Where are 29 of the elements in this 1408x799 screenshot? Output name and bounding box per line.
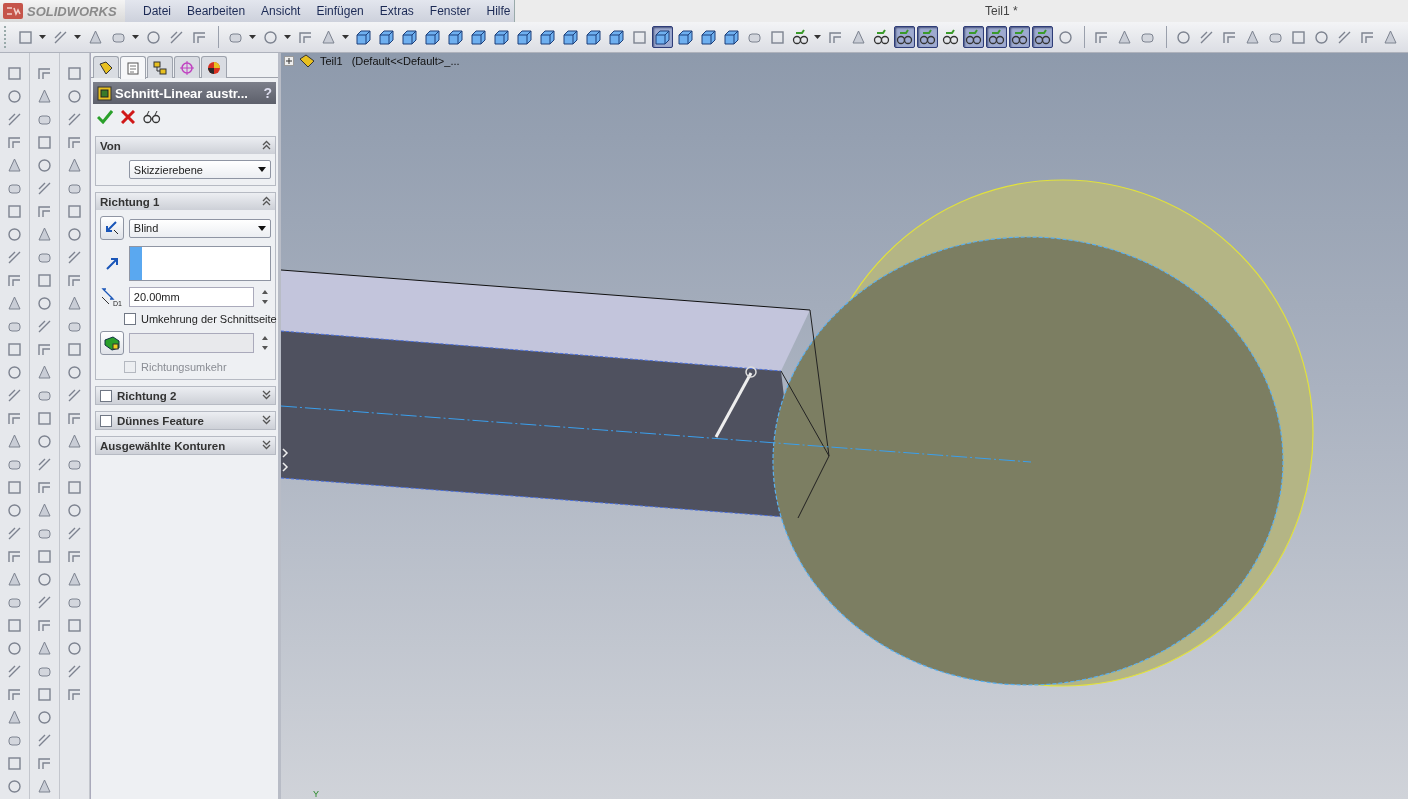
- menu-item[interactable]: Hilfe: [478, 2, 519, 20]
- section-header[interactable]: Von: [96, 137, 275, 154]
- dropdown[interactable]: Blind: [128, 218, 271, 238]
- tree-node-label[interactable]: Teil1: [320, 55, 343, 67]
- checkbox-label: Umkehrung der Schnittseite: [141, 313, 277, 325]
- dropdown[interactable]: Skizzierebene: [128, 160, 271, 179]
- checkbox-label: Richtungsumkehr: [141, 361, 227, 373]
- app-logo-text: SOLIDWORKS: [27, 3, 117, 19]
- configuration-label: (Default<<Default>_...: [351, 55, 460, 67]
- section-title: Richtung 1: [100, 195, 161, 208]
- section-header[interactable]: Richtung 1: [96, 193, 275, 210]
- axis-label: Y: [313, 789, 319, 799]
- section-header[interactable]: Ausgewählte Konturen: [96, 437, 275, 454]
- section-title: Richtung 2: [117, 389, 178, 402]
- section-title: Von: [100, 139, 122, 152]
- menu-item[interactable]: Extras: [371, 2, 422, 20]
- panel-title: Schnitt-Linear austr...: [115, 85, 249, 101]
- menu-item[interactable]: Fenster: [421, 2, 479, 20]
- section-header[interactable]: Dünnes Feature: [96, 412, 275, 429]
- depth-field[interactable]: 20.00mm: [128, 287, 255, 307]
- menu-item[interactable]: Ansicht: [253, 2, 309, 20]
- menu-item[interactable]: Einfügen: [308, 2, 372, 20]
- menu-item[interactable]: Datei: [135, 2, 179, 20]
- section-header[interactable]: Richtung 2: [96, 387, 275, 404]
- menu-item[interactable]: Bearbeiten: [179, 2, 254, 20]
- section-title: Dünnes Feature: [117, 414, 205, 427]
- window-title: Teil1 *: [985, 4, 1018, 18]
- section-title: Ausgewählte Konturen: [100, 439, 227, 452]
- help-button[interactable]: ?: [263, 85, 272, 101]
